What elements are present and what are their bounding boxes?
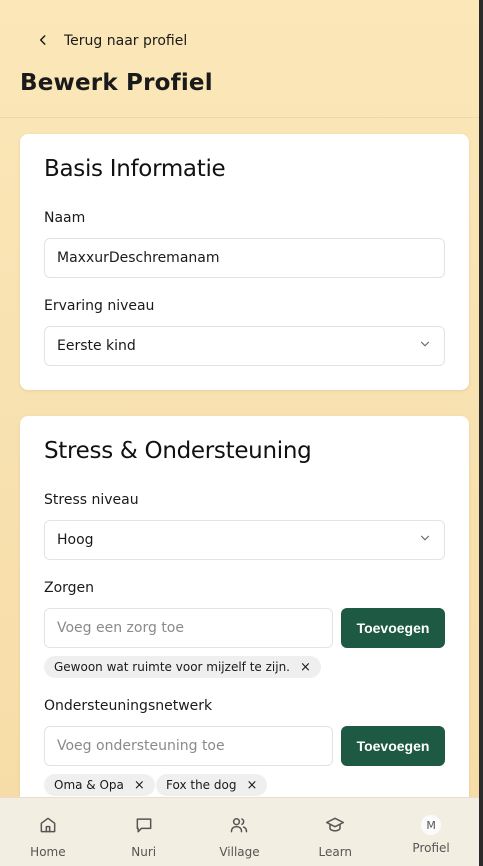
home-icon — [38, 815, 58, 839]
chat-icon — [134, 815, 154, 839]
users-icon — [229, 815, 249, 839]
chevron-left-icon — [36, 32, 50, 51]
network-chip-label: Fox the dog — [166, 778, 237, 792]
concern-chip: Gewoon wat ruimte voor mijzelf te zijn. … — [44, 656, 321, 678]
nav-item-home[interactable]: Home — [8, 798, 88, 866]
nav-label-nuri: Nuri — [131, 845, 157, 859]
network-input[interactable]: Voeg ondersteuning toe — [44, 726, 333, 766]
name-input[interactable]: MaxxurDeschremanam — [44, 238, 445, 278]
name-label: Naam — [44, 210, 86, 226]
concerns-input[interactable]: Voeg een zorg toe — [44, 608, 333, 648]
chevron-down-icon — [418, 531, 432, 549]
network-chip: Fox the dog × — [156, 774, 268, 796]
network-chip: Oma & Opa × — [44, 774, 155, 796]
back-button[interactable]: Terug naar profiel — [36, 30, 187, 52]
nav-label-profile: Profiel — [412, 841, 450, 855]
basic-info-title: Basis Informatie — [44, 156, 226, 182]
nav-item-learn[interactable]: Learn — [295, 798, 375, 866]
network-chip-label: Oma & Opa — [54, 778, 124, 792]
graduation-cap-icon — [325, 815, 345, 839]
nav-item-profile[interactable]: M Profiel — [391, 798, 471, 866]
chevron-down-icon — [418, 337, 432, 355]
experience-label: Ervaring niveau — [44, 298, 155, 314]
experience-select[interactable]: Eerste kind — [44, 326, 445, 366]
nav-item-village[interactable]: Village — [199, 798, 279, 866]
concerns-label: Zorgen — [44, 580, 95, 596]
app: Terug naar profiel Bewerk Profiel Basis … — [0, 0, 479, 866]
basic-info-card: Basis Informatie Naam MaxxurDeschremanam… — [20, 134, 469, 390]
stress-value: Hoog — [57, 532, 94, 548]
stress-support-card: Stress & Ondersteuning Stress niveau Hoo… — [20, 416, 469, 836]
top-bar: Terug naar profiel Bewerk Profiel — [0, 0, 479, 118]
avatar: M — [421, 815, 442, 835]
nav-item-nuri[interactable]: Nuri — [104, 798, 184, 866]
add-network-button[interactable]: Toevoegen — [341, 726, 445, 766]
add-concern-button[interactable]: Toevoegen — [341, 608, 445, 648]
remove-concern-icon[interactable]: × — [300, 661, 311, 674]
nav-label-home: Home — [30, 845, 66, 859]
back-label: Terug naar profiel — [64, 33, 188, 49]
bottom-nav: Home Nuri Village Learn M Profiel — [0, 797, 479, 866]
remove-network-icon[interactable]: × — [134, 779, 145, 792]
nav-label-learn: Learn — [318, 845, 353, 859]
page-title: Bewerk Profiel — [20, 70, 213, 96]
remove-network-icon[interactable]: × — [246, 779, 257, 792]
network-label: Ondersteuningsnetwerk — [44, 698, 213, 714]
stress-select[interactable]: Hoog — [44, 520, 445, 560]
window-edge — [479, 0, 483, 866]
concern-chip-label: Gewoon wat ruimte voor mijzelf te zijn. — [54, 660, 290, 674]
stress-support-title: Stress & Ondersteuning — [44, 438, 312, 464]
nav-label-village: Village — [219, 845, 260, 859]
stress-label: Stress niveau — [44, 492, 139, 508]
experience-value: Eerste kind — [57, 338, 136, 354]
